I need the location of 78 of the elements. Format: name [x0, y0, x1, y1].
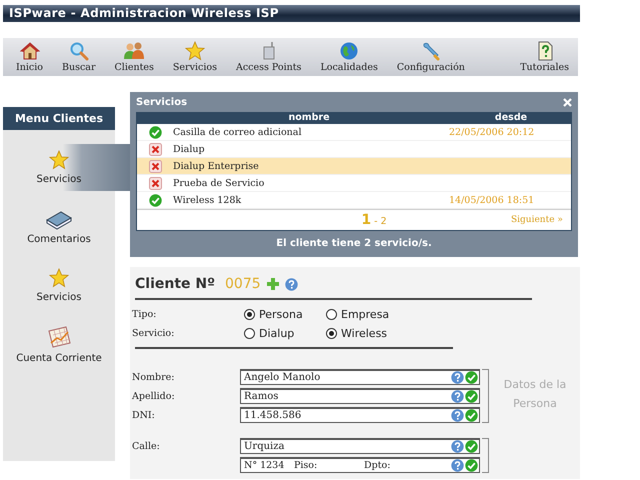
client-number: 0075: [225, 276, 261, 292]
text-field[interactable]: Urquiza: [240, 438, 480, 454]
radio-button[interactable]: [326, 328, 337, 339]
field-part: Dpto:: [364, 460, 392, 471]
star-icon: [49, 268, 69, 288]
input-field[interactable]: Angelo Manolo: [244, 372, 450, 383]
toolbar-button[interactable]: Configuración: [392, 38, 470, 76]
title-bar: ISPware - Administracion Wireless ISP: [3, 5, 580, 22]
toolbar-button[interactable]: Inicio: [11, 38, 48, 76]
group-bracket: [482, 369, 489, 423]
service-name: Prueba de Servicio: [173, 178, 264, 188]
form-heading: Cliente Nº: [135, 276, 216, 292]
search-icon: [68, 41, 89, 61]
page-separator: -: [374, 216, 378, 227]
text-field[interactable]: Angelo Manolo: [240, 369, 480, 385]
plus-icon[interactable]: [266, 278, 279, 290]
field-label: Tipo:: [132, 309, 156, 320]
table-row[interactable]: Prueba de Servicio: [137, 175, 571, 192]
radio-label[interactable]: Persona: [259, 308, 303, 321]
service-name: Casilla de correo adicional: [173, 126, 302, 138]
column-header: desde: [494, 112, 528, 124]
globe-icon: [339, 41, 360, 61]
help-icon[interactable]: [451, 440, 464, 453]
wrench-icon: [420, 41, 441, 61]
menu-item[interactable]: Cuenta Corriente: [3, 321, 115, 368]
service-name: Dialup: [173, 144, 205, 154]
menu-header: Menu Clientes: [3, 107, 115, 130]
help-icon[interactable]: [451, 409, 464, 422]
toolbar-button[interactable]: Servicios: [168, 38, 222, 76]
radio-label[interactable]: Wireless: [341, 327, 388, 340]
radio-label[interactable]: Dialup: [259, 327, 294, 340]
column-header: nombre: [287, 112, 331, 124]
group-bracket: [482, 438, 489, 473]
radio-button[interactable]: [326, 309, 337, 320]
menu-item[interactable]: Comentarios: [3, 203, 115, 250]
field-label: DNI:: [132, 410, 155, 420]
group-caption: Datos de la Persona: [502, 377, 568, 412]
field-label: Apellido:: [132, 390, 175, 402]
text-field[interactable]: 11.458.586: [240, 407, 480, 423]
house-icon: [20, 41, 40, 61]
panel-title: Servicios: [136, 96, 188, 108]
field-label: Calle:: [132, 440, 160, 452]
input-field[interactable]: 11.458.586: [244, 410, 450, 421]
people-icon: [123, 41, 146, 61]
help-icon[interactable]: [451, 459, 464, 472]
input-field[interactable]: Ramos: [244, 391, 450, 402]
text-field[interactable]: Ramos: [240, 388, 480, 404]
star-icon: [49, 150, 69, 170]
toolbar-button[interactable]: Buscar: [57, 38, 101, 76]
field-label: Servicio:: [132, 328, 174, 339]
field-part: Piso:: [294, 460, 318, 471]
field-part: N° 1234: [244, 460, 286, 471]
field-label: Nombre:: [132, 372, 174, 382]
help-icon[interactable]: [284, 278, 298, 290]
chart-icon: [46, 325, 72, 349]
toolbar-button[interactable]: Access Points: [230, 38, 306, 76]
close-button[interactable]: [563, 98, 572, 106]
input-field[interactable]: Urquiza: [244, 441, 450, 452]
services-summary: El cliente tiene 2 servicio/s.: [275, 237, 433, 251]
table-row[interactable]: Dialup Enterprise: [137, 158, 571, 175]
service-name: Wireless 128k: [173, 194, 242, 206]
toolbar-button[interactable]: Clientes: [110, 38, 159, 76]
radio-button[interactable]: [244, 328, 255, 339]
service-date: 22/05/2006 20:12: [449, 126, 534, 138]
service-name: Dialup Enterprise: [173, 160, 259, 172]
table-row[interactable]: Wireless 128k 14/05/2006 18:51: [137, 192, 571, 209]
toolbar-button[interactable]: Tutoriales: [515, 38, 574, 76]
close-icon: [563, 98, 572, 106]
radio-button[interactable]: [244, 309, 255, 320]
menu-item[interactable]: Servicios: [3, 262, 115, 309]
radio-label[interactable]: Empresa: [341, 308, 390, 321]
service-date: 14/05/2006 18:51: [449, 194, 534, 206]
text-field[interactable]: N° 1234 Piso: Dpto:: [240, 457, 480, 473]
star-icon: [184, 41, 205, 61]
table-row[interactable]: Casilla de correo adicional 22/05/2006 20:12: [137, 124, 571, 141]
help-icon[interactable]: [451, 371, 464, 384]
toolbar-button[interactable]: Localidades: [315, 38, 383, 76]
help-icon[interactable]: [451, 390, 464, 403]
